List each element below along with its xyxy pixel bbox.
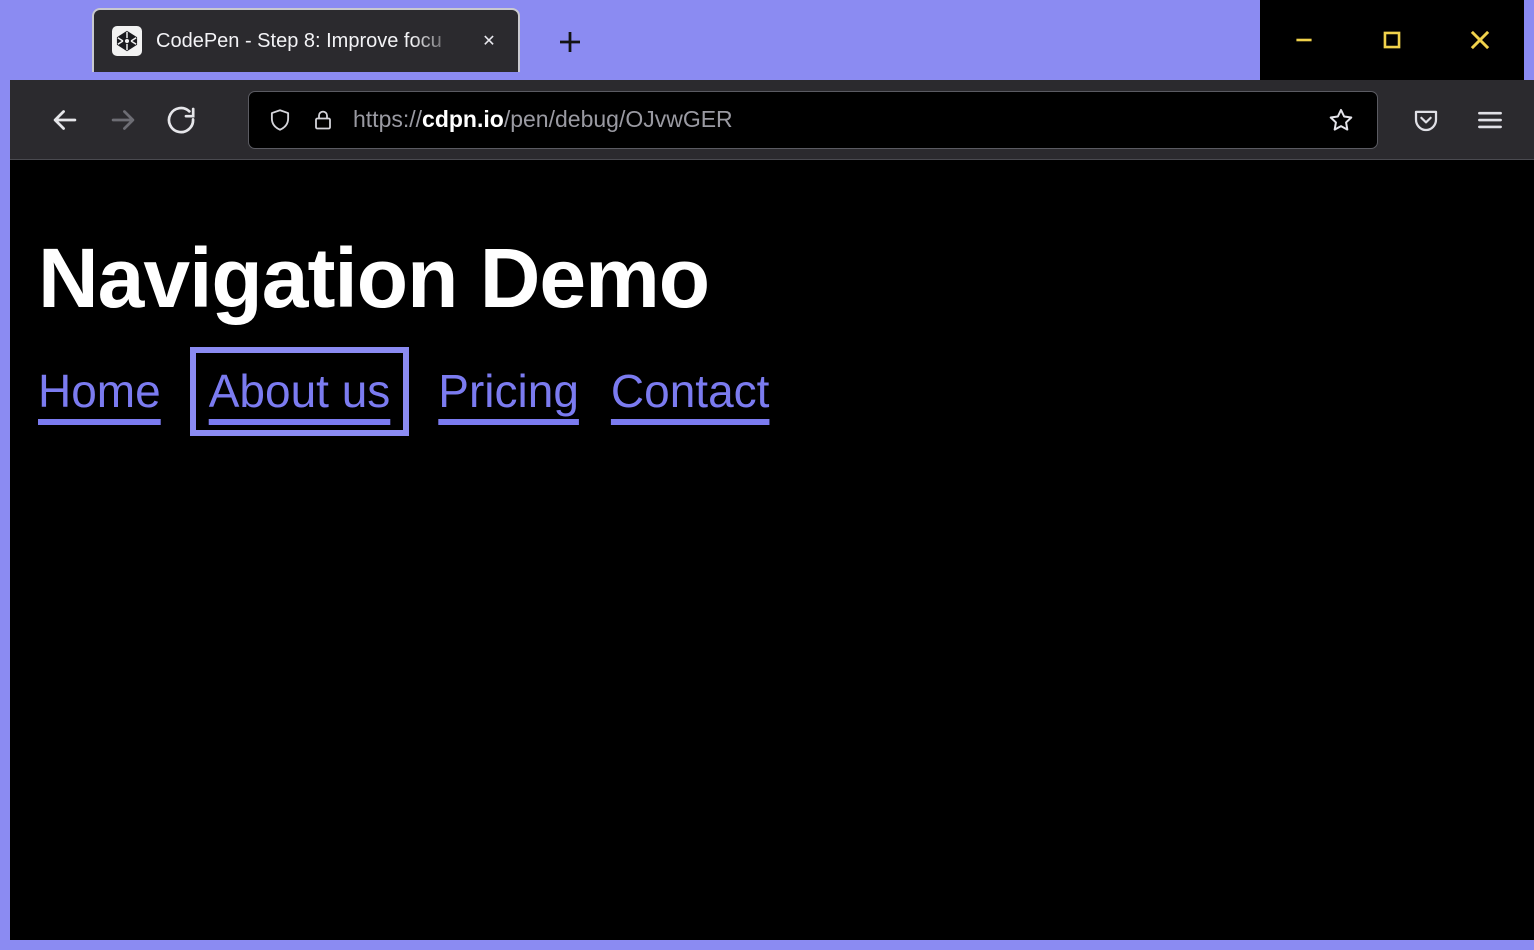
address-bar[interactable]: https://cdpn.io/pen/debug/OJvwGER xyxy=(248,91,1378,149)
close-window-button[interactable] xyxy=(1444,0,1516,80)
tab-close-icon[interactable]: ✕ xyxy=(474,26,504,56)
tab-strip: CodePen - Step 8: Improve focu ✕ xyxy=(10,0,1534,80)
tab-list: CodePen - Step 8: Improve focu ✕ xyxy=(10,0,598,80)
bookmark-star-icon[interactable] xyxy=(1321,100,1361,140)
new-tab-button[interactable] xyxy=(542,14,598,70)
nav-link-about-us[interactable]: About us xyxy=(209,366,391,417)
nav-link-pricing[interactable]: Pricing xyxy=(438,366,579,417)
shield-icon[interactable] xyxy=(267,107,293,133)
hamburger-menu-icon[interactable] xyxy=(1464,94,1516,146)
forward-button[interactable] xyxy=(94,91,152,149)
nav-link-contact[interactable]: Contact xyxy=(611,366,770,417)
main-navigation: Home About us Pricing Contact xyxy=(28,366,1534,417)
url-text: https://cdpn.io/pen/debug/OJvwGER xyxy=(353,106,1303,133)
browser-window: CodePen - Step 8: Improve focu ✕ xyxy=(0,0,1534,950)
window-controls xyxy=(1260,0,1524,80)
navigation-toolbar: https://cdpn.io/pen/debug/OJvwGER xyxy=(10,80,1534,160)
maximize-button[interactable] xyxy=(1356,0,1428,80)
page-content: Navigation Demo Home About us Pricing Co… xyxy=(10,160,1534,940)
minimize-button[interactable] xyxy=(1268,0,1340,80)
nav-link-home[interactable]: Home xyxy=(38,366,161,417)
lock-icon[interactable] xyxy=(311,108,335,132)
tab-title: CodePen - Step 8: Improve focu xyxy=(156,30,460,53)
page-title: Navigation Demo xyxy=(38,236,1534,320)
back-button[interactable] xyxy=(36,91,94,149)
browser-tab-active[interactable]: CodePen - Step 8: Improve focu ✕ xyxy=(92,8,520,72)
codepen-favicon-icon xyxy=(112,26,142,56)
pocket-icon[interactable] xyxy=(1400,94,1452,146)
reload-button[interactable] xyxy=(152,91,210,149)
